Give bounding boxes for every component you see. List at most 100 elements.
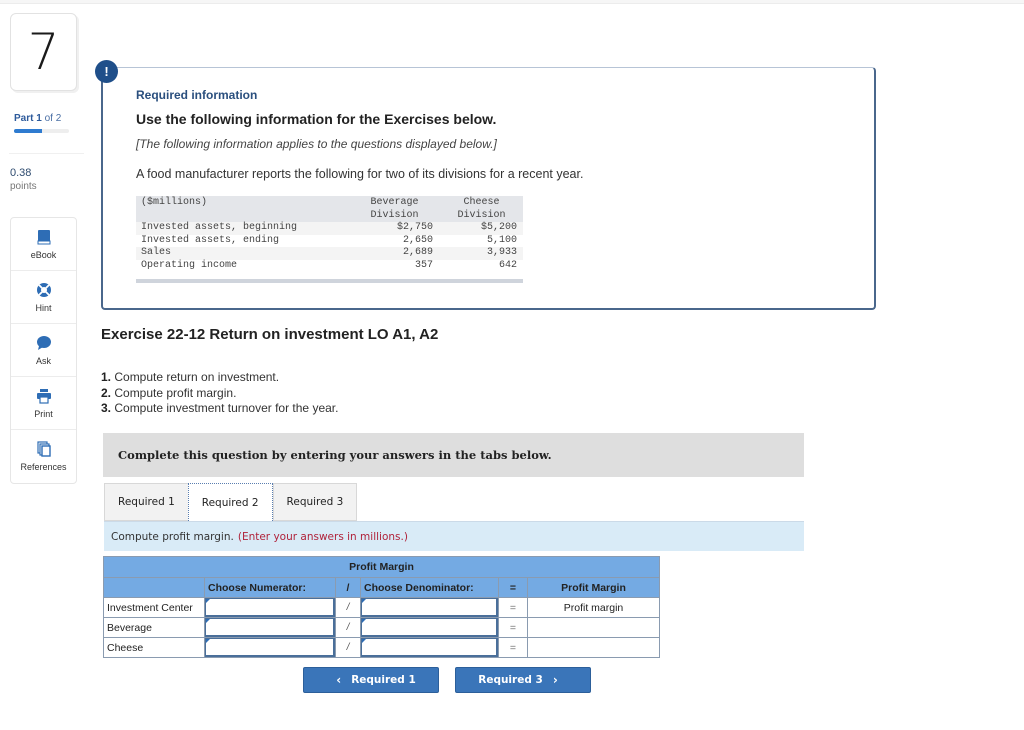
grid-title-row: Profit Margin [103, 556, 660, 578]
profit-margin-grid: Profit Margin Choose Numerator: / Choose… [103, 556, 660, 658]
denominator-input[interactable] [361, 638, 498, 657]
part-current: 1 [36, 113, 42, 124]
rail-divider [9, 153, 84, 154]
intro-text: A food manufacturer reports the followin… [136, 167, 584, 181]
chevron-left-icon: ‹ [336, 673, 342, 687]
table-row: Operating income 357 642 [136, 260, 523, 273]
required-info-box [101, 67, 876, 310]
applies-note: [The following information applies to th… [136, 137, 497, 151]
tool-references[interactable]: References [11, 430, 76, 483]
prompt-note: (Enter your answers in millions.) [237, 530, 408, 543]
prev-label: Required 1 [351, 674, 416, 686]
exercise-steps: 1. Compute return on investment. 2. Comp… [101, 370, 338, 417]
question-number: 7 [27, 23, 60, 81]
lifebuoy-icon [36, 282, 51, 297]
documents-icon [36, 441, 51, 457]
tool-ebook[interactable]: eBook [11, 218, 76, 271]
dropdown-flag-icon [206, 619, 210, 623]
score-label: points [10, 181, 37, 192]
divide-sign: / [335, 617, 361, 638]
part-progress-bar [14, 129, 69, 133]
part-indicator: Part 1 of 2 [14, 113, 61, 124]
header-divide: / [335, 577, 361, 598]
beverage-value: 2,689 [351, 247, 441, 260]
table-row: Invested assets, ending 2,650 5,100 [136, 235, 523, 248]
numerator-input[interactable] [205, 638, 335, 657]
cheese-value: $5,200 [441, 222, 523, 235]
header-result: Profit Margin [527, 577, 660, 598]
prompt-bar: Compute profit margin. (Enter your answe… [104, 521, 804, 551]
prompt-text: Compute profit margin. [111, 530, 234, 543]
tab-required-2[interactable]: Required 2 [187, 483, 273, 521]
tab-required-3[interactable]: Required 3 [272, 483, 358, 521]
part-label: Part [14, 113, 34, 124]
question-number-card: 7 [10, 13, 77, 91]
grid-header-row: Choose Numerator: / Choose Denominator: … [103, 577, 660, 598]
top-bar [0, 0, 1024, 4]
table-row: Sales 2,689 3,933 [136, 247, 523, 260]
row-label: Operating income [141, 259, 238, 271]
tool-print[interactable]: Print [11, 377, 76, 430]
header-equals: = [498, 577, 528, 598]
denominator-input[interactable] [361, 618, 498, 637]
cheese-value: 3,933 [441, 247, 523, 260]
step-item: 3. Compute investment turnover for the y… [101, 401, 339, 415]
cheese-value: 5,100 [486, 234, 517, 246]
result-cell [527, 637, 660, 658]
dropdown-flag-icon [362, 619, 366, 623]
result-cell: Profit margin [527, 597, 660, 618]
beverage-value: $2,750 [351, 222, 441, 235]
col-header-cheese-2: Division [441, 209, 523, 222]
step-item: 2. Compute profit margin. [101, 385, 237, 400]
numerator-input[interactable] [205, 598, 335, 617]
dropdown-flag-icon [362, 639, 366, 643]
chevron-right-icon: › [552, 673, 558, 687]
row-label: Beverage [103, 617, 205, 638]
header-numerator: Choose Numerator: [204, 577, 336, 598]
tool-label: eBook [30, 249, 57, 260]
col-header-cheese-1: Cheese [441, 196, 523, 209]
denominator-input[interactable] [361, 598, 498, 617]
table-header-row: ($millions) Beverage Cheese [136, 196, 523, 209]
col-header-beverage-2: Division [351, 209, 441, 222]
step-item: 1. Compute return on investment. [101, 370, 280, 384]
part-total: of 2 [44, 113, 62, 124]
tab-required-1[interactable]: Required 1 [104, 483, 188, 521]
header-label [103, 577, 205, 598]
tools-panel: eBook Hint Ask Print References [10, 217, 77, 484]
required-tabs: Required 1 Required 2 Required 3 [104, 483, 358, 521]
row-label: Cheese [103, 637, 205, 658]
cheese-value: 642 [498, 259, 517, 271]
col-header-beverage-1: Beverage [351, 196, 441, 209]
tool-label: Hint [35, 302, 52, 313]
tool-ask[interactable]: Ask [11, 324, 76, 377]
divide-sign: / [335, 637, 361, 658]
next-label: Required 3 [478, 674, 543, 686]
numerator-input[interactable] [205, 618, 335, 637]
book-icon [37, 229, 50, 244]
tool-label: Print [34, 408, 53, 419]
part-progress-fill [14, 129, 42, 133]
next-required-button[interactable]: Required 3 › [455, 667, 591, 693]
tool-hint[interactable]: Hint [11, 271, 76, 324]
printer-icon [36, 388, 51, 404]
divide-sign: / [335, 597, 361, 618]
dropdown-flag-icon [206, 639, 210, 643]
grid-row: Beverage / = [103, 617, 660, 638]
unit-label: ($millions) [136, 196, 351, 209]
grid-row: Cheese / = [103, 637, 660, 658]
required-info-subheading: Use the following information for the Ex… [136, 111, 497, 127]
exercise-title: Exercise 22-12 Return on investment LO A… [101, 326, 439, 343]
table-row: Invested assets, beginning $2,750 $5,200 [136, 222, 523, 235]
alert-icon: ! [95, 60, 118, 83]
row-label: Invested assets, ending [141, 234, 280, 246]
equals-sign: = [498, 617, 528, 638]
equals-sign: = [498, 597, 528, 618]
tool-label: Ask [35, 355, 51, 366]
prev-required-button[interactable]: ‹ Required 1 [303, 667, 439, 693]
result-cell [527, 617, 660, 638]
tool-label: References [20, 462, 67, 472]
row-label: Sales [136, 247, 351, 260]
table-header-row: Division Division [136, 209, 523, 222]
instructions-bar: Complete this question by entering your … [103, 433, 804, 477]
